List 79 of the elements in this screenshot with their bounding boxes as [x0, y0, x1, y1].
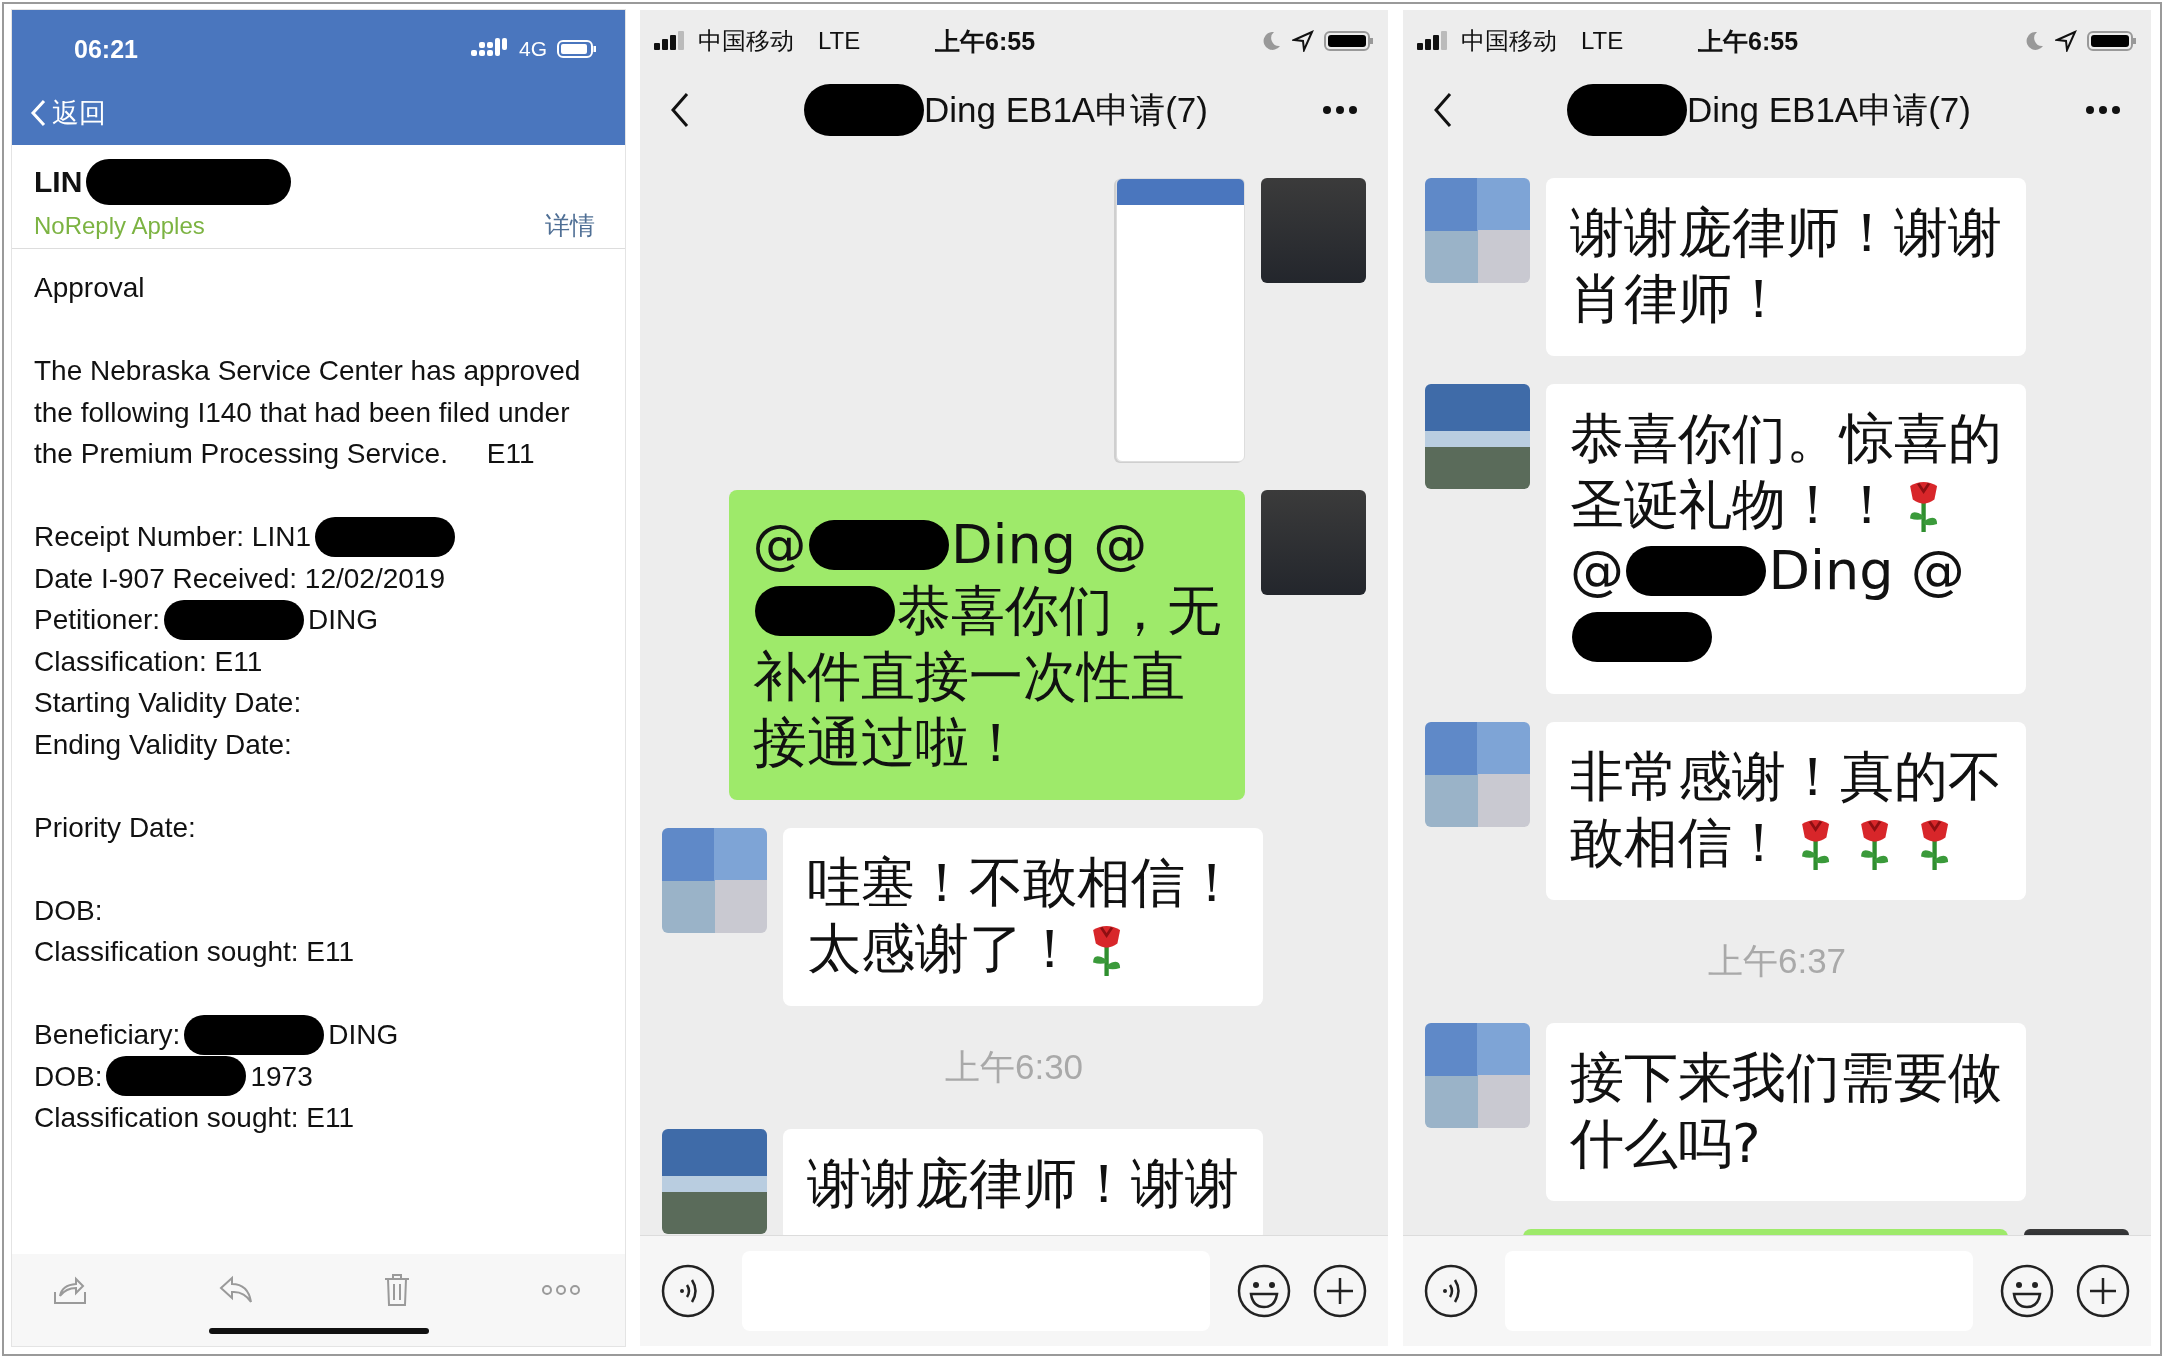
message-text: 敢相信！ [1570, 810, 1786, 876]
network-label: 4G [519, 37, 547, 61]
message-text: 接下来我们需要做 [1570, 1045, 2002, 1111]
details-link[interactable]: 详情 [545, 209, 595, 242]
email-text: 1973 [250, 1059, 313, 1094]
share-icon[interactable] [52, 1274, 88, 1306]
avatar-photo[interactable] [1425, 384, 1530, 489]
trash-icon[interactable] [383, 1273, 412, 1307]
email-subject: LIN [34, 165, 83, 199]
network-label: LTE [1581, 27, 1624, 55]
emoji-icon[interactable] [1999, 1263, 2055, 1319]
email-text: Starting Validity Date: [34, 686, 302, 720]
battery-icon [1324, 30, 1374, 52]
email-text: Priority Date: [34, 810, 196, 845]
message-text: 什么吗? [1570, 1111, 1761, 1177]
email-text: DING [308, 603, 379, 637]
timestamp: 上午6:37 [1707, 940, 1847, 982]
emoji-icon[interactable] [1236, 1263, 1292, 1319]
message-text: 圣诞礼物！！ [1570, 472, 1894, 538]
back-button[interactable]: 返回 [30, 95, 106, 131]
message-text: Ding @ [1768, 538, 1965, 604]
message-text: Ding @ [951, 512, 1148, 578]
screenshot-thumbnail[interactable] [1116, 178, 1245, 462]
reply-icon[interactable] [217, 1275, 254, 1305]
more-icon[interactable] [1322, 105, 1358, 115]
message-text: 恭喜你们。惊喜的 [1570, 406, 2002, 472]
message-text: 谢谢庞律师！谢谢 [807, 1151, 1239, 1217]
message-text: 肖律师！ [1570, 266, 1786, 332]
email-text: the following I140 that had been filed under [34, 395, 570, 430]
more-icon[interactable] [2085, 105, 2121, 115]
email-text: Date I-907 Received: 12/02/2019 [34, 561, 445, 596]
plus-icon[interactable] [1312, 1263, 1368, 1319]
status-time: 06:21 [74, 34, 139, 64]
carrier-name: 中国移动 [698, 26, 794, 56]
avatar-photo[interactable] [662, 1129, 767, 1234]
message-text: 补件直接一次性直 [752, 644, 1185, 710]
network-label: LTE [818, 27, 861, 55]
email-text: Classification sought: E11 [34, 1101, 355, 1135]
status-time: 上午6:55 [1697, 25, 1800, 57]
chevron-left-icon [30, 99, 46, 127]
email-text: Petitioner: [34, 603, 161, 637]
avatar[interactable] [1425, 1023, 1530, 1128]
voice-icon[interactable] [660, 1263, 716, 1319]
email-text: DOB: [34, 1059, 103, 1094]
message-text: 恭喜你们，无 [897, 578, 1221, 644]
email-text: Approval [34, 271, 145, 305]
avatar[interactable] [1425, 178, 1530, 283]
back-chevron-icon[interactable] [1433, 92, 1453, 128]
status-time: 上午6:55 [934, 25, 1037, 57]
timestamp: 上午6:30 [944, 1046, 1084, 1088]
email-text: Classification sought: E11 [34, 935, 355, 969]
email-text: Beneficiary: [34, 1018, 181, 1052]
back-chevron-icon[interactable] [670, 92, 690, 128]
battery-icon [2087, 30, 2137, 52]
email-text: Ending Validity Date: [34, 727, 292, 762]
email-text: DING [328, 1018, 399, 1052]
chat-title: Ding EB1A申请(7) [1687, 88, 1971, 131]
message-text: 太感谢了！ [807, 916, 1077, 982]
battery-icon [557, 39, 597, 59]
voice-icon[interactable] [1423, 1263, 1479, 1319]
sender-name: NoReply Apples [34, 211, 205, 240]
message-text: 接通过啦！ [752, 710, 1023, 776]
email-text: Classification: E11 [34, 644, 263, 679]
location-arrow-icon [1292, 30, 1314, 52]
email-text: the Premium Processing Service. E11 [34, 437, 535, 471]
carrier-name: 中国移动 [1461, 26, 1557, 56]
avatar[interactable] [1425, 722, 1530, 827]
location-arrow-icon [2055, 30, 2077, 52]
message-text: 非常感谢！真的不 [1570, 744, 2002, 810]
email-text: Receipt Number: LIN1 [34, 520, 311, 554]
email-text: DOB: [34, 893, 103, 928]
message-text: 哇塞！不敢相信！ [807, 850, 1239, 916]
avatar[interactable] [662, 828, 767, 933]
message-text: @ [752, 512, 807, 578]
message-text: 谢谢庞律师！谢谢 [1570, 200, 2002, 266]
message-text: @ [1570, 538, 1624, 604]
chat-title: Ding EB1A申请(7) [924, 88, 1208, 131]
email-text: The Nebraska Service Center has approved [34, 354, 581, 388]
plus-icon[interactable] [2075, 1263, 2131, 1319]
